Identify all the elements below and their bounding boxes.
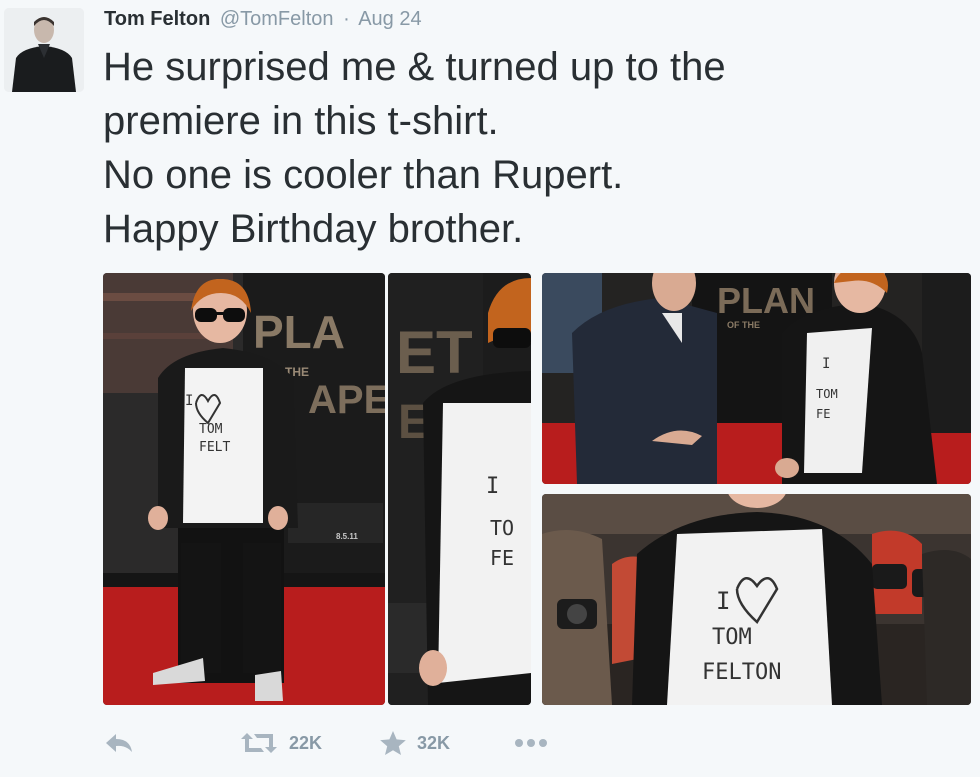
tweet-text: He surprised me & turned up to the premi… bbox=[103, 40, 726, 256]
shirt-text: I bbox=[716, 587, 730, 615]
tweet-actions: 22K 32K bbox=[104, 726, 574, 760]
photo-3[interactable]: PLAN OF THE I TOM FE bbox=[542, 273, 971, 484]
reply-button[interactable] bbox=[104, 732, 239, 754]
shirt-text: I bbox=[822, 356, 830, 372]
poster-text: PLA bbox=[253, 306, 345, 358]
shirt-text: I bbox=[486, 474, 499, 499]
shirt-text: FELT bbox=[199, 440, 230, 455]
photo-4[interactable]: I TOM FELTON bbox=[542, 494, 971, 705]
avatar[interactable] bbox=[4, 8, 84, 92]
retweet-button[interactable]: 22K bbox=[239, 731, 379, 755]
tweet: Tom Felton @TomFelton · Aug 24 He surpri… bbox=[0, 0, 980, 777]
author-name[interactable]: Tom Felton bbox=[104, 8, 210, 30]
photo-4-image: I TOM FELTON bbox=[542, 494, 971, 705]
shirt-text: I bbox=[185, 393, 193, 409]
tweet-text-line: He surprised me & turned up to the bbox=[103, 45, 726, 89]
photo-2[interactable]: ET ES I TO FE bbox=[388, 273, 531, 705]
favorite-button[interactable]: 32K bbox=[379, 730, 514, 756]
star-icon bbox=[380, 731, 406, 755]
poster-text: APE bbox=[308, 378, 385, 422]
avatar-image bbox=[4, 8, 84, 92]
shirt-text: FELTON bbox=[702, 660, 781, 685]
media-grid: PLA THE APE 8.5.11 I TOM FELT ET I TO FE… bbox=[103, 273, 971, 705]
shirt-text: TOM bbox=[199, 422, 223, 437]
more-icon bbox=[515, 739, 547, 747]
shirt-text: FE bbox=[490, 546, 514, 570]
tweet-text-line: Happy Birthday brother. bbox=[103, 207, 524, 251]
favorite-count: 32K bbox=[417, 732, 451, 753]
tweet-text-line: No one is cooler than Rupert. bbox=[103, 153, 624, 197]
photo-1-image: PLA THE APE 8.5.11 I TOM FELT bbox=[103, 273, 385, 705]
photo-2-image: ET ES I TO FE bbox=[388, 273, 531, 705]
shirt-text: TOM bbox=[816, 387, 838, 401]
tweet-text-line: premiere in this t-shirt. bbox=[103, 99, 499, 143]
poster-text: PLAN bbox=[717, 280, 815, 321]
poster-text: OF THE bbox=[727, 320, 760, 330]
retweet-icon bbox=[241, 733, 277, 753]
poster-text: 8.5.11 bbox=[336, 532, 358, 541]
shirt-text: FE bbox=[816, 407, 830, 421]
separator-dot: · bbox=[343, 8, 350, 30]
reply-icon bbox=[106, 734, 132, 752]
tweet-header: Tom Felton @TomFelton · Aug 24 bbox=[104, 7, 422, 31]
shirt-text: TOM bbox=[712, 625, 752, 650]
photo-1[interactable]: PLA THE APE 8.5.11 I TOM FELT bbox=[103, 273, 385, 705]
poster-text: ET bbox=[396, 319, 473, 386]
photo-3-image: PLAN OF THE I TOM FE bbox=[542, 273, 971, 484]
shirt-text: TO bbox=[490, 516, 514, 540]
tweet-date[interactable]: Aug 24 bbox=[358, 8, 421, 30]
author-handle[interactable]: @TomFelton bbox=[220, 8, 334, 30]
more-button[interactable] bbox=[514, 738, 574, 748]
retweet-count: 22K bbox=[289, 732, 323, 753]
